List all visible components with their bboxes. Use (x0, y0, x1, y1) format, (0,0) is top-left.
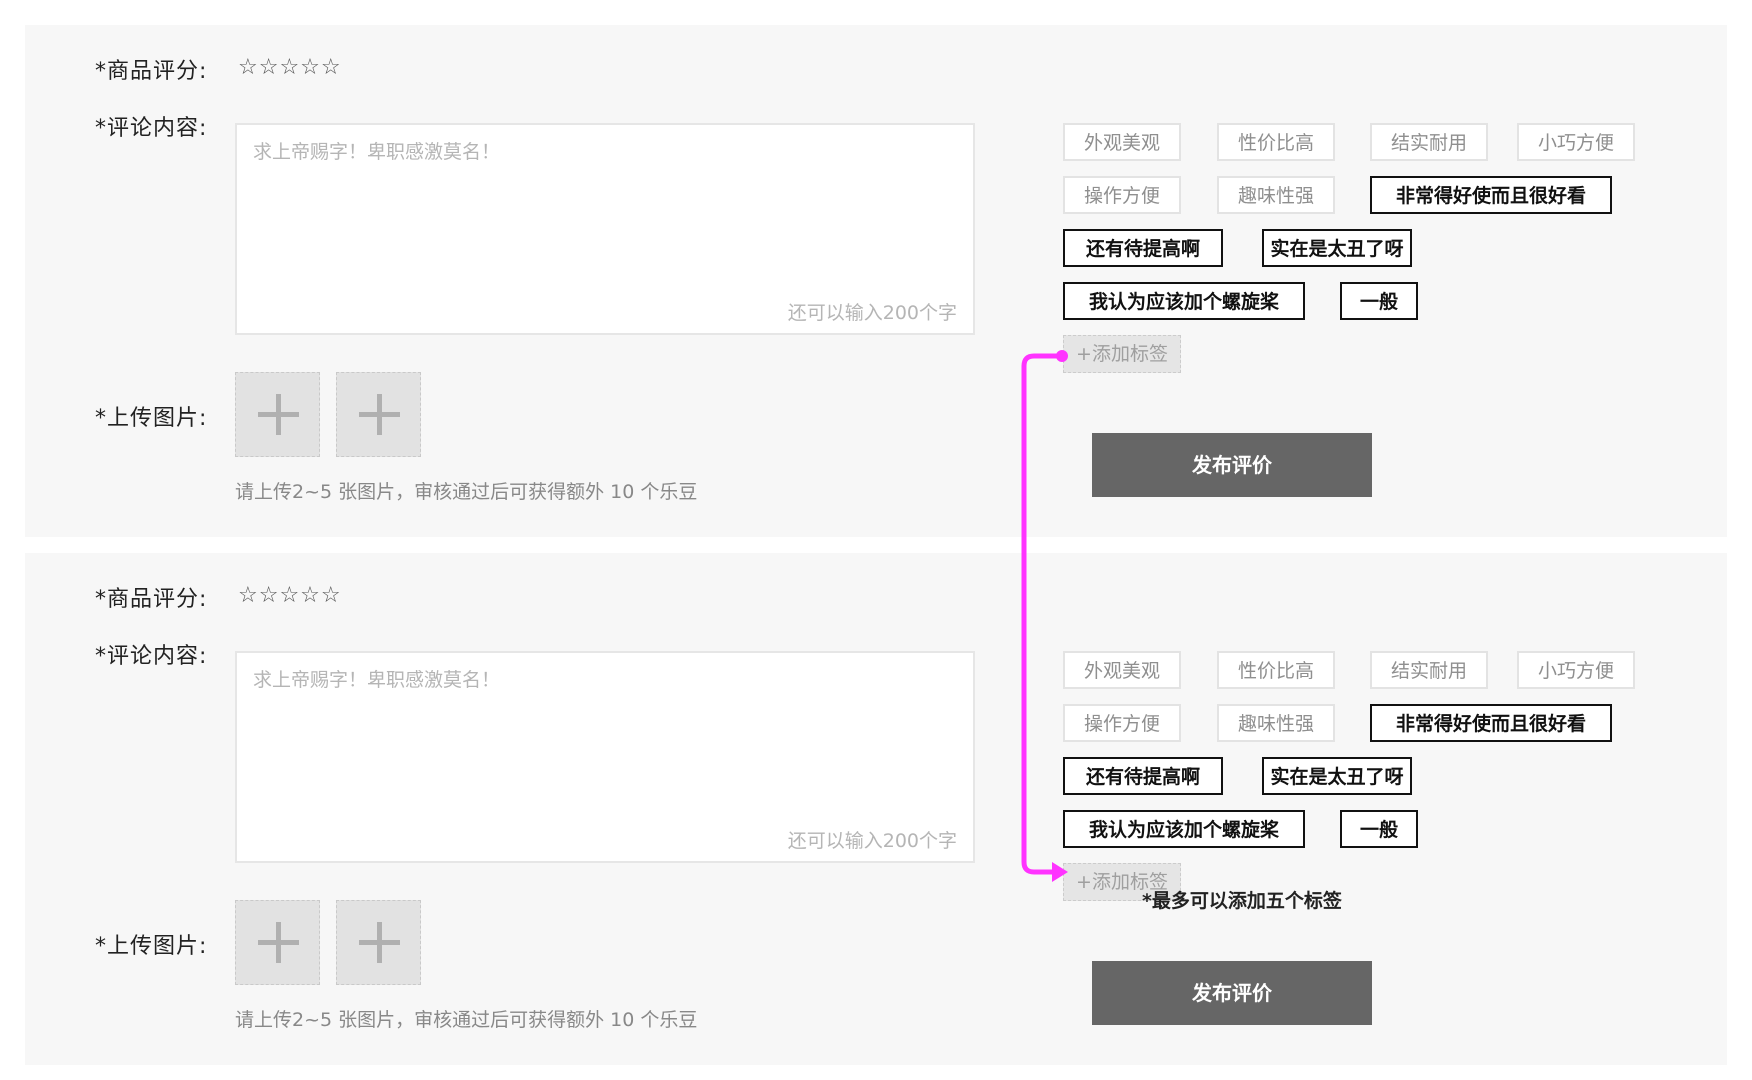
tag-durable[interactable]: 结实耐用 (1370, 123, 1488, 161)
upload-image-button[interactable] (336, 900, 421, 985)
comment-placeholder: 求上帝赐字！卑职感激莫名！ (253, 669, 501, 691)
review-form-1: *商品评分: ☆☆☆☆☆ *评论内容: 求上帝赐字！卑职感激莫名！ 还可以输入2… (25, 25, 1727, 537)
tag-propeller[interactable]: 我认为应该加个螺旋桨 (1063, 282, 1305, 320)
tag-needs-improve[interactable]: 还有待提高啊 (1063, 757, 1223, 795)
rating-label: *商品评分: (95, 587, 208, 612)
upload-image-button[interactable] (235, 900, 320, 985)
tag-compact[interactable]: 小巧方便 (1517, 123, 1635, 161)
tag-easy-operate[interactable]: 操作方便 (1063, 704, 1181, 742)
upload-hint: 请上传2~5 张图片，审核通过后可获得额外 10 个乐豆 (235, 1009, 698, 1031)
star-rating[interactable]: ☆☆☆☆☆ (238, 583, 342, 608)
tag-appearance[interactable]: 外观美观 (1063, 651, 1181, 689)
tag-fun[interactable]: 趣味性强 (1217, 176, 1335, 214)
tag-needs-improve[interactable]: 还有待提高啊 (1063, 229, 1223, 267)
comment-placeholder: 求上帝赐字！卑职感激莫名！ (253, 141, 501, 163)
publish-review-button[interactable]: 发布评价 (1092, 433, 1372, 497)
char-counter: 还可以输入200个字 (787, 830, 957, 852)
tag-ugly[interactable]: 实在是太丑了呀 (1262, 757, 1412, 795)
tag-limit-note: *最多可以添加五个标签 (1142, 890, 1342, 912)
tag-value[interactable]: 性价比高 (1217, 123, 1335, 161)
tag-custom-good[interactable]: 非常得好使而且很好看 (1370, 704, 1612, 742)
tag-ugly[interactable]: 实在是太丑了呀 (1262, 229, 1412, 267)
char-counter: 还可以输入200个字 (787, 302, 957, 324)
tag-easy-operate[interactable]: 操作方便 (1063, 176, 1181, 214)
tag-appearance[interactable]: 外观美观 (1063, 123, 1181, 161)
comment-label: *评论内容: (95, 644, 208, 669)
comment-textarea[interactable]: 求上帝赐字！卑职感激莫名！ 还可以输入200个字 (235, 123, 975, 335)
comment-textarea[interactable]: 求上帝赐字！卑职感激莫名！ 还可以输入200个字 (235, 651, 975, 863)
publish-review-button[interactable]: 发布评价 (1092, 961, 1372, 1025)
tag-fun[interactable]: 趣味性强 (1217, 704, 1335, 742)
add-tag-button[interactable]: +添加标签 (1063, 335, 1181, 373)
tag-propeller[interactable]: 我认为应该加个螺旋桨 (1063, 810, 1305, 848)
upload-image-button[interactable] (336, 372, 421, 457)
tag-custom-good[interactable]: 非常得好使而且很好看 (1370, 176, 1612, 214)
star-rating[interactable]: ☆☆☆☆☆ (238, 55, 342, 80)
tag-average[interactable]: 一般 (1340, 282, 1418, 320)
upload-image-button[interactable] (235, 372, 320, 457)
upload-hint: 请上传2~5 张图片，审核通过后可获得额外 10 个乐豆 (235, 481, 698, 503)
tag-average[interactable]: 一般 (1340, 810, 1418, 848)
tag-compact[interactable]: 小巧方便 (1517, 651, 1635, 689)
tag-value[interactable]: 性价比高 (1217, 651, 1335, 689)
review-form-2: *商品评分: ☆☆☆☆☆ *评论内容: 求上帝赐字！卑职感激莫名！ 还可以输入2… (25, 553, 1727, 1065)
comment-label: *评论内容: (95, 116, 208, 141)
upload-label: *上传图片: (95, 934, 208, 959)
tag-durable[interactable]: 结实耐用 (1370, 651, 1488, 689)
rating-label: *商品评分: (95, 59, 208, 84)
upload-label: *上传图片: (95, 406, 208, 431)
